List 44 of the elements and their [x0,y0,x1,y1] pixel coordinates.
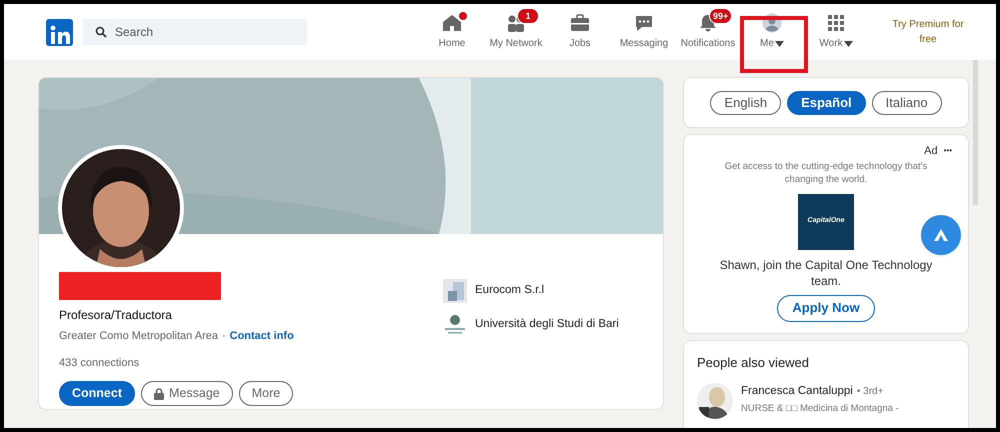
company-name[interactable]: Eurocom S.r.l [475,282,544,300]
nav-link[interactable]: My Network [490,36,542,51]
count-badge: 99+ [709,8,732,24]
language-tab[interactable]: Italiano [872,90,942,114]
ad-text: Get access to the cutting-edge technology that's changing the world. [724,160,928,186]
more-button[interactable]: More [238,381,294,406]
more-options-button[interactable]: ••• [944,147,952,156]
company-logo [443,279,467,303]
nav-link[interactable]: Jobs [569,36,591,51]
logo-icon[interactable] [46,18,73,46]
separator-text: · [222,329,226,344]
ad-label: Ad [924,144,938,159]
contact-info-link[interactable]: Contact info [230,328,294,344]
avatar-icon [762,13,782,33]
chevron-up-icon [934,229,948,241]
search-field[interactable]: Search [83,19,307,45]
person-name[interactable]: Francesca Cantaluppi [741,382,853,400]
connections-count: 433 connections [59,356,140,370]
chat-bubble-icon [633,13,655,33]
nav-link[interactable]: Messaging [620,36,668,51]
premium-link[interactable]: Try Premium for free [888,17,968,47]
nav-link[interactable]: Me [760,36,774,51]
scrollbar-thumb[interactable] [973,60,978,205]
section-title: People also viewed [697,354,810,372]
search-icon [95,26,107,38]
person-headline: NURSE & □□ Medicina di Montagna - [741,402,899,416]
language-tab[interactable]: Español [787,90,866,114]
lock-icon [154,388,164,400]
nav-link[interactable]: Work [819,36,843,51]
grid-icon [826,13,846,33]
connection-degree: • 3rd+ [856,384,884,398]
language-tab[interactable]: English [710,90,782,114]
message-button[interactable]: Message [141,381,233,406]
school-name[interactable]: Università degli Studi di Bari [475,316,619,334]
nav-link[interactable]: Home [438,36,466,51]
ad-message: Shawn, join the Capital One Technology team. [718,256,934,288]
apply-now-button[interactable]: Apply Now [777,294,875,322]
profile-headline: Profesora/Traductora [59,307,172,324]
house-icon [441,13,463,33]
nav-link[interactable]: Notifications [680,36,736,51]
briefcase-icon [569,13,591,33]
location-text: Greater Como Metropolitan Area [59,329,218,344]
connect-button[interactable]: Connect [59,381,135,406]
count-badge: 1 [517,8,539,24]
